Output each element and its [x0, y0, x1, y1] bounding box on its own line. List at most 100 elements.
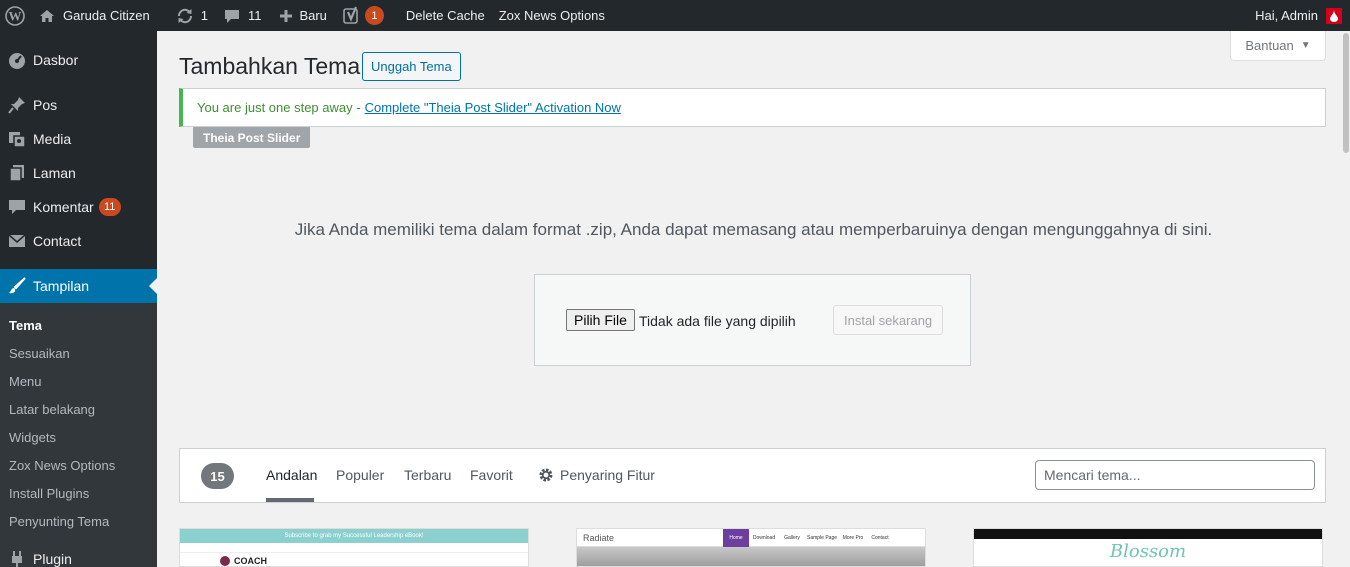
tab-featured[interactable]: Andalan	[266, 467, 317, 483]
submenu-customize[interactable]: Sesuaikan	[9, 346, 70, 361]
feature-filter-button[interactable]: Penyaring Fitur	[539, 467, 655, 483]
menu-item-dashboard[interactable]: Dasbor	[0, 43, 157, 77]
theme-card[interactable]: Radiate Home Download Gallery Sample Pag…	[576, 528, 926, 567]
theme-topbar	[974, 529, 1322, 539]
gear-icon	[539, 468, 553, 482]
theme-nav-item: Gallery	[784, 534, 800, 541]
admin-sidebar: Dasbor Pos Media Laman Komentar 11 Conta…	[0, 31, 157, 567]
theme-hero-image	[577, 547, 925, 566]
updates-icon	[176, 7, 194, 25]
yoast-seo-link[interactable]: 1	[336, 0, 391, 31]
menu-item-pages[interactable]: Laman	[0, 156, 157, 190]
menu-item-contact[interactable]: Contact	[0, 224, 157, 258]
page-scrollbar[interactable]	[1342, 31, 1350, 567]
site-name: Garuda Citizen	[63, 8, 150, 23]
page-title: Tambahkan Tema	[179, 53, 361, 79]
theme-search-input[interactable]	[1035, 460, 1315, 490]
comments-icon	[0, 198, 33, 216]
my-account[interactable]: Hai, Admin	[1255, 0, 1350, 31]
help-label: Bantuan	[1245, 38, 1294, 53]
updates-count: 1	[200, 8, 208, 23]
theme-logo-row: COACH	[180, 556, 528, 566]
delete-cache-link[interactable]: Delete Cache	[399, 0, 492, 31]
activation-notice: You are just one step away - Complete "T…	[179, 88, 1326, 127]
yoast-badge: 1	[364, 6, 384, 25]
help-tab-button[interactable]: Bantuan ▼	[1230, 31, 1326, 61]
theme-nav-item: Contact	[871, 534, 889, 541]
menu-item-appearance[interactable]: Tampilan	[0, 269, 157, 303]
submenu-theme-editor[interactable]: Penyunting Tema	[9, 514, 109, 529]
zox-news-options-link[interactable]: Zox News Options	[492, 0, 612, 31]
theme-title: Radiate	[583, 532, 615, 543]
menu-item-plugins[interactable]: Plugin	[0, 542, 157, 567]
tab-latest[interactable]: Terbaru	[404, 467, 451, 483]
svg-text:W: W	[8, 8, 21, 23]
active-tab-indicator	[266, 498, 314, 502]
theme-card[interactable]: Blossom	[973, 528, 1323, 567]
feature-filter-label: Penyaring Fitur	[560, 467, 655, 483]
appearance-submenu: Tema Sesuaikan Menu Latar belakang Widge…	[0, 303, 157, 567]
plus-icon	[279, 9, 293, 23]
menu-label: Plugin	[33, 551, 72, 567]
pin-icon	[0, 96, 33, 114]
theme-header: Radiate Home Download Gallery Sample Pag…	[577, 529, 925, 547]
submenu-menus[interactable]: Menu	[9, 374, 42, 389]
theme-card[interactable]: Subscribe to grab my Successful Leadersh…	[179, 528, 529, 567]
menu-label: Tampilan	[33, 278, 90, 294]
caret-down-icon: ▼	[1300, 40, 1311, 51]
tab-favorites[interactable]: Favorit	[470, 467, 513, 483]
plugin-icon	[0, 550, 33, 567]
new-content-link[interactable]: Baru	[272, 0, 333, 31]
avatar	[1326, 7, 1342, 24]
menu-label: Laman	[33, 165, 76, 181]
theme-title: COACH	[234, 556, 267, 566]
comments-badge: 11	[98, 198, 121, 216]
comment-bubble-icon	[224, 8, 240, 24]
menu-label: Komentar	[33, 199, 94, 215]
theme-banner: Subscribe to grab my Successful Leadersh…	[180, 529, 528, 543]
submenu-install-plugins[interactable]: Install Plugins	[9, 486, 89, 501]
install-now-button[interactable]: Instal sekarang	[833, 305, 944, 335]
file-status: Tidak ada file yang dipilih	[639, 313, 796, 329]
submenu-background[interactable]: Latar belakang	[9, 402, 95, 417]
choose-file-button[interactable]: Pilih File	[566, 309, 635, 331]
menu-item-media[interactable]: Media	[0, 122, 157, 156]
wordpress-logo-icon[interactable]: W	[0, 0, 29, 31]
theme-logo-row: Blossom	[974, 539, 1322, 562]
dashboard-icon	[0, 51, 33, 69]
theme-filter-bar: 15 Andalan Populer Terbaru Favorit Penya…	[179, 448, 1326, 503]
menu-label: Pos	[33, 97, 58, 113]
submenu-widgets[interactable]: Widgets	[9, 430, 56, 445]
theme-nav-item: Sample Page	[806, 534, 838, 541]
comments-count: 11	[247, 8, 262, 23]
comments-link[interactable]: 11	[217, 0, 269, 31]
activation-link[interactable]: Complete "Theia Post Slider" Activation …	[365, 100, 621, 115]
brush-icon	[0, 277, 33, 295]
home-icon	[39, 8, 55, 24]
tab-popular[interactable]: Populer	[336, 467, 384, 483]
mail-icon	[0, 232, 33, 250]
theme-count: 15	[201, 463, 234, 489]
notice-text: You are just one step away -	[197, 100, 361, 115]
submenu-zox-news-options[interactable]: Zox News Options	[9, 458, 115, 473]
pages-icon	[0, 164, 33, 182]
theme-logo-icon	[220, 556, 230, 566]
theme-title: Blossom	[1109, 541, 1187, 562]
menu-item-comments[interactable]: Komentar 11	[0, 190, 157, 224]
menu-label: Contact	[33, 233, 82, 249]
updates-link[interactable]: 1	[169, 0, 215, 31]
theme-nav-home: Home	[723, 529, 749, 547]
upload-form: Pilih File Tidak ada file yang dipilih I…	[534, 274, 971, 366]
site-name-link[interactable]: Garuda Citizen	[29, 0, 157, 31]
upload-description: Jika Anda memiliki tema dalam format .zi…	[294, 220, 1213, 239]
notice-plugin-tag: Theia Post Slider	[193, 127, 311, 148]
scrollbar-thumb[interactable]	[1343, 33, 1349, 153]
theme-topbar	[180, 543, 528, 553]
yoast-icon	[343, 6, 361, 26]
upload-theme-button[interactable]: Unggah Tema	[362, 52, 461, 81]
new-label: Baru	[299, 8, 327, 23]
theme-nav-item: Download	[752, 534, 776, 541]
menu-label: Media	[33, 131, 72, 147]
menu-item-posts[interactable]: Pos	[0, 88, 157, 122]
submenu-themes[interactable]: Tema	[9, 318, 42, 333]
